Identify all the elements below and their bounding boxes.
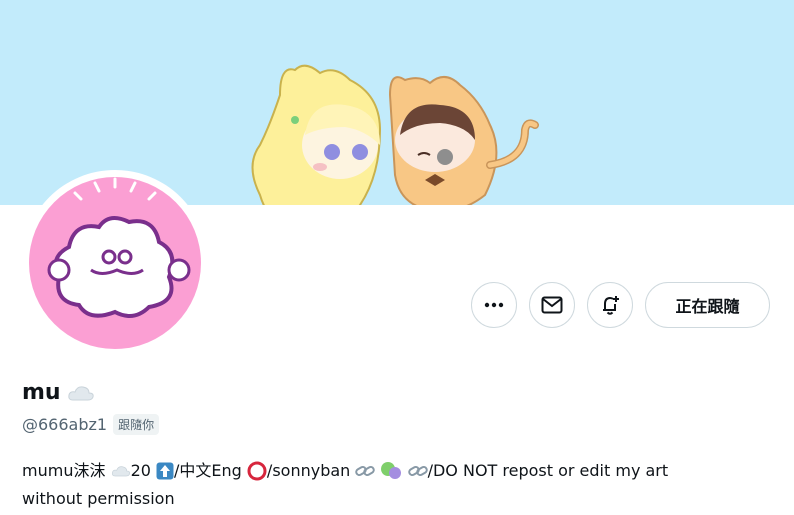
bio-text-6: without permission <box>22 489 175 508</box>
user-handle: @666abz1 <box>22 415 108 434</box>
link-icon <box>407 465 428 476</box>
bio-text-4: /sonnyban <box>266 461 351 480</box>
display-name-text: mu <box>22 380 61 405</box>
cloud-mascot-icon <box>47 177 191 318</box>
up-arrow-icon <box>156 462 174 479</box>
red-circle-icon <box>247 461 267 480</box>
profile-bio: mumu沫沫 20 /中文Eng /sonnyban /DO NOT repos… <box>22 456 772 512</box>
bio-text-2: 20 <box>130 461 151 480</box>
display-name: mu <box>22 380 95 405</box>
banner-illustration <box>251 64 539 205</box>
more-options-button[interactable] <box>471 282 517 328</box>
link-icon <box>355 465 376 476</box>
following-button[interactable]: 正在跟隨 <box>645 282 770 328</box>
envelope-icon <box>541 296 563 314</box>
handle-row: @666abz1 跟隨你 <box>22 414 160 435</box>
cloud-icon <box>67 385 94 400</box>
bio-text-5: /DO NOT repost or edit my art <box>427 461 669 480</box>
bio-text-1: mumu沫沫 <box>22 461 106 480</box>
more-icon <box>484 302 504 308</box>
theater-masks-icon <box>381 461 402 479</box>
bell-plus-icon <box>603 296 619 315</box>
follows-you-badge: 跟隨你 <box>113 414 160 435</box>
bio-text-3: /中文Eng <box>174 461 242 480</box>
cloud-icon <box>111 465 130 476</box>
message-button[interactable] <box>529 282 575 328</box>
notifications-button[interactable] <box>587 282 633 328</box>
avatar[interactable] <box>29 177 201 349</box>
